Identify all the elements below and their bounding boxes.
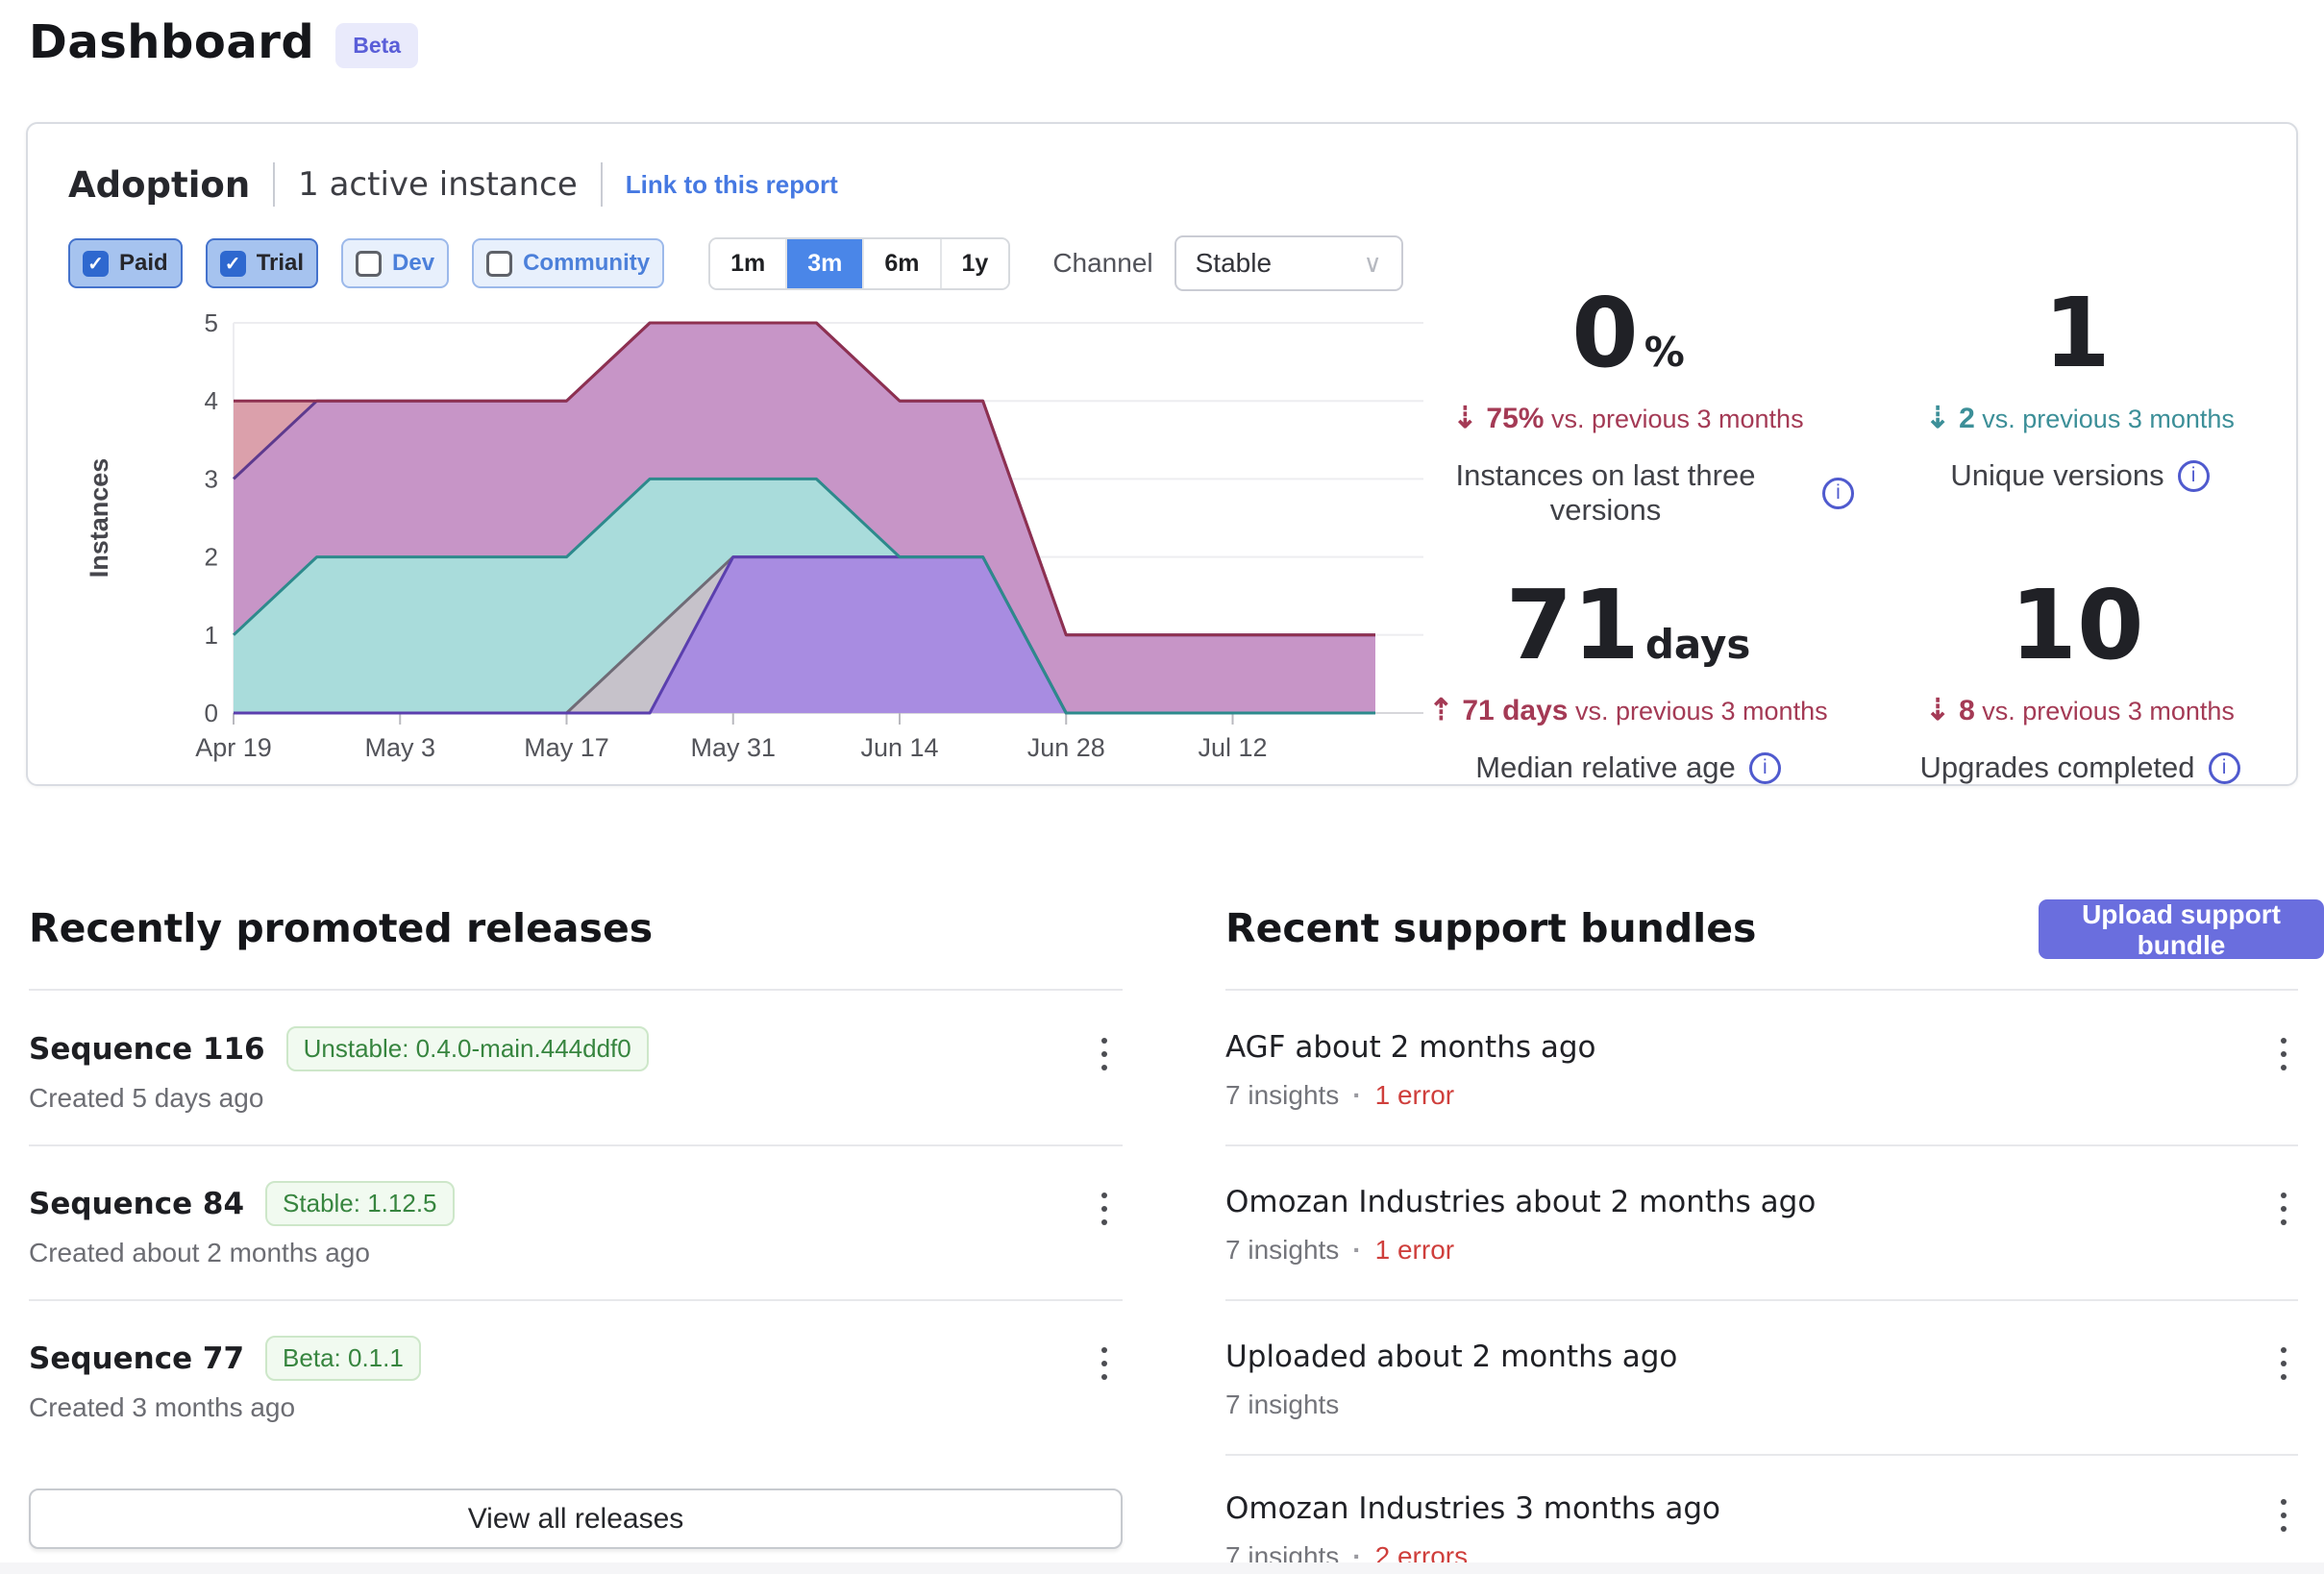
row-divider: [1225, 1299, 2298, 1301]
row-divider: [29, 1299, 1123, 1301]
svg-text:0: 0: [205, 699, 218, 727]
release-created: Created about 2 months ago: [29, 1238, 1123, 1268]
row-divider: [1225, 1454, 2298, 1456]
svg-text:Instances: Instances: [85, 458, 113, 578]
section-divider: [29, 989, 1123, 991]
stat-delta: ⇣75% vs. previous 3 months: [1402, 401, 1854, 435]
section-divider: [1225, 989, 2298, 991]
bundle-insights: 7 insights: [1225, 1235, 1339, 1266]
stat-label: Instances on last three versions: [1402, 458, 1809, 528]
bundle-row: Omozan Industries 3 months ago 7 insight…: [1225, 1488, 2298, 1572]
release-channel-badge: Beta: 0.1.1: [265, 1336, 421, 1381]
page-bottom-strip: [0, 1562, 2324, 1574]
info-icon[interactable]: [2178, 460, 2210, 492]
svg-text:1: 1: [205, 621, 218, 650]
bundle-row: AGF about 2 months ago 7 insights 1 erro…: [1225, 1026, 2298, 1111]
release-channel-badge: Stable: 1.12.5: [265, 1181, 454, 1226]
stat-value: 10: [2010, 569, 2143, 681]
stat-upgrades-completed: 10 ⇣8 vs. previous 3 months Upgrades com…: [1854, 578, 2306, 785]
dashboard-page: Dashboard Beta Adoption 1 active instanc…: [0, 0, 2324, 1574]
trend-up-icon: ⇡: [1428, 693, 1453, 726]
stat-unit: %: [1644, 329, 1685, 376]
row-divider: [29, 1144, 1123, 1146]
bundles-heading: Recent support bundles: [1225, 905, 1756, 951]
stat-label: Unique versions: [1950, 458, 2163, 493]
release-created: Created 3 months ago: [29, 1392, 1123, 1423]
stat-delta: ⇣2 vs. previous 3 months: [1854, 401, 2306, 435]
stat-unique-versions: 1 ⇣2 vs. previous 3 months Unique versio…: [1854, 285, 2306, 528]
bundle-insights: 7 insights: [1225, 1390, 1339, 1420]
adoption-card: Adoption 1 active instance Link to this …: [26, 122, 2298, 786]
release-channel-badge: Unstable: 0.4.0-main.444ddf0: [286, 1026, 649, 1071]
info-icon[interactable]: [2209, 752, 2240, 784]
stat-delta: ⇡71 days vs. previous 3 months: [1402, 693, 1854, 727]
trend-down-icon: ⇣: [1925, 401, 1950, 434]
kebab-menu-icon[interactable]: [2275, 1032, 2292, 1076]
info-icon[interactable]: [1749, 752, 1781, 784]
release-row: Sequence 116 Unstable: 0.4.0-main.444ddf…: [29, 1026, 1123, 1114]
adoption-chart: 0 1 2 3 4 5 Apr 19 May 3 May 17 May 31 Jun 14 Jun 2…: [28, 124, 1460, 786]
svg-text:3: 3: [205, 464, 218, 493]
kebab-menu-icon[interactable]: [2275, 1493, 2292, 1537]
svg-text:4: 4: [205, 386, 218, 415]
kebab-menu-icon[interactable]: [1096, 1187, 1113, 1231]
trend-down-icon: ⇣: [1925, 693, 1950, 726]
svg-text:Apr 19: Apr 19: [195, 733, 272, 762]
stat-delta: ⇣8 vs. previous 3 months: [1854, 693, 2306, 727]
upload-support-bundle-button[interactable]: Upload support bundle: [2039, 899, 2324, 959]
bundle-row: Omozan Industries about 2 months ago 7 i…: [1225, 1181, 2298, 1266]
stat-median-relative-age: 71days ⇡71 days vs. previous 3 months Me…: [1402, 578, 1854, 785]
kebab-menu-icon[interactable]: [1096, 1341, 1113, 1386]
svg-text:Jun 28: Jun 28: [1027, 733, 1105, 762]
row-divider: [1225, 1144, 2298, 1146]
release-created: Created 5 days ago: [29, 1083, 1123, 1114]
dot-separator: [1352, 1235, 1361, 1266]
svg-text:2: 2: [205, 543, 218, 572]
svg-text:5: 5: [205, 308, 218, 337]
kebab-menu-icon[interactable]: [2275, 1341, 2292, 1386]
release-title: Sequence 84: [29, 1183, 244, 1225]
releases-heading: Recently promoted releases: [29, 905, 653, 951]
kebab-menu-icon[interactable]: [1096, 1032, 1113, 1076]
bundle-title: Uploaded about 2 months ago: [1225, 1336, 2298, 1378]
bundle-title: AGF about 2 months ago: [1225, 1026, 2298, 1069]
svg-text:May 17: May 17: [524, 733, 609, 762]
kebab-menu-icon[interactable]: [2275, 1187, 2292, 1231]
view-all-releases-button[interactable]: View all releases: [29, 1488, 1123, 1549]
bundle-title: Omozan Industries about 2 months ago: [1225, 1181, 2298, 1223]
info-icon[interactable]: [1822, 478, 1854, 509]
stat-value: 0: [1571, 277, 1639, 389]
dot-separator: [1352, 1080, 1361, 1111]
bundle-errors: 1 error: [1375, 1080, 1454, 1111]
stat-label: Upgrades completed: [1919, 750, 2194, 785]
svg-text:May 3: May 3: [364, 733, 435, 762]
bundle-errors: 1 error: [1375, 1235, 1454, 1266]
beta-badge: Beta: [335, 23, 418, 68]
svg-text:Jun 14: Jun 14: [860, 733, 938, 762]
release-title: Sequence 116: [29, 1028, 265, 1070]
stat-unit: days: [1645, 621, 1751, 668]
stat-value: 71: [1506, 569, 1640, 681]
release-title: Sequence 77: [29, 1338, 244, 1380]
bundle-insights: 7 insights: [1225, 1080, 1339, 1111]
bundle-row: Uploaded about 2 months ago 7 insights: [1225, 1336, 2298, 1420]
svg-text:May 31: May 31: [690, 733, 776, 762]
page-header: Dashboard Beta: [29, 15, 418, 69]
adoption-stats: 0% ⇣75% vs. previous 3 months Instances …: [1402, 285, 2306, 785]
bundle-title: Omozan Industries 3 months ago: [1225, 1488, 2298, 1530]
release-row: Sequence 84 Stable: 1.12.5 Created about…: [29, 1181, 1123, 1268]
svg-text:Jul 12: Jul 12: [1198, 733, 1267, 762]
release-row: Sequence 77 Beta: 0.1.1 Created 3 months…: [29, 1336, 1123, 1423]
page-title: Dashboard: [29, 15, 314, 69]
stat-instances-last-versions: 0% ⇣75% vs. previous 3 months Instances …: [1402, 285, 1854, 528]
stat-label: Median relative age: [1475, 750, 1736, 785]
trend-down-icon: ⇣: [1452, 401, 1477, 434]
stat-value: 1: [2043, 277, 2111, 389]
